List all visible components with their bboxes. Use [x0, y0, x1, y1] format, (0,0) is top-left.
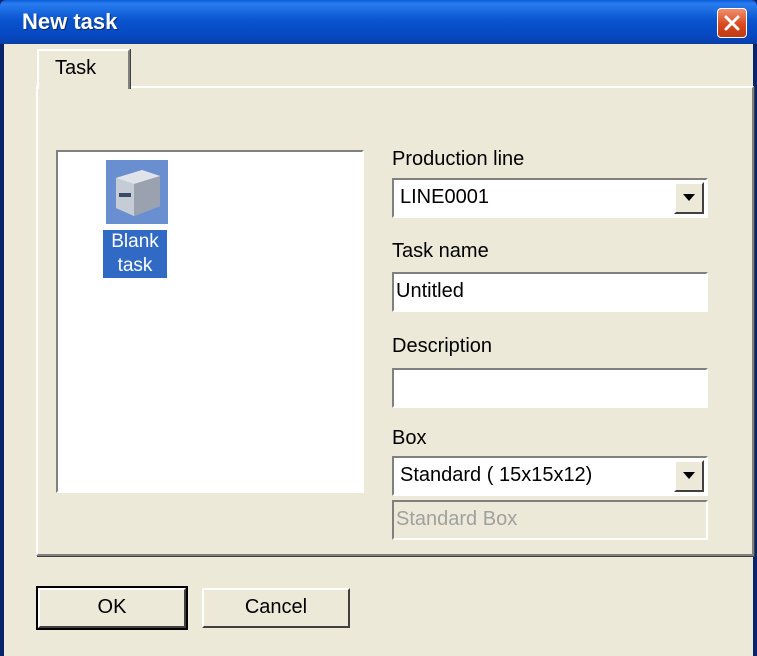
box-detail-input	[396, 504, 696, 534]
close-button[interactable]	[717, 8, 747, 38]
production-line-select[interactable]: LINE0001	[392, 178, 708, 218]
description-input[interactable]	[396, 372, 696, 402]
ok-button[interactable]: OK	[36, 586, 188, 630]
production-line-value: LINE0001	[400, 186, 489, 208]
close-icon	[724, 15, 740, 31]
title-bar[interactable]: New task	[0, 0, 757, 44]
task-template-list[interactable]: Blank task	[56, 150, 364, 493]
production-line-dropdown-button[interactable]	[674, 182, 704, 214]
box-dropdown-button[interactable]	[674, 460, 704, 492]
description-label: Description	[392, 335, 493, 357]
chevron-down-icon	[683, 472, 695, 479]
list-item-blank-task[interactable]: Blank task	[103, 230, 167, 278]
task-name-input[interactable]	[396, 276, 696, 306]
chevron-down-icon	[683, 194, 695, 201]
box-detail-field-frame	[392, 500, 708, 540]
dialog-window: New task Task Blank task Production line…	[0, 0, 757, 656]
box-icon[interactable]	[106, 160, 168, 224]
task-name-field-frame	[392, 272, 708, 312]
list-item-label-line1: Blank	[111, 231, 159, 252]
window-title: New task	[22, 9, 118, 34]
tab-task[interactable]: Task	[37, 49, 130, 89]
tab-task-label: Task	[55, 57, 97, 79]
production-line-label: Production line	[392, 148, 525, 170]
box-label: Box	[392, 427, 427, 449]
cancel-button[interactable]: Cancel	[202, 588, 350, 628]
box-select[interactable]: Standard ( 15x15x12)	[392, 456, 708, 496]
task-name-label: Task name	[392, 240, 489, 262]
box-value: Standard ( 15x15x12)	[400, 464, 593, 486]
description-field-frame	[392, 368, 708, 408]
list-item-label-line2: task	[117, 255, 153, 276]
